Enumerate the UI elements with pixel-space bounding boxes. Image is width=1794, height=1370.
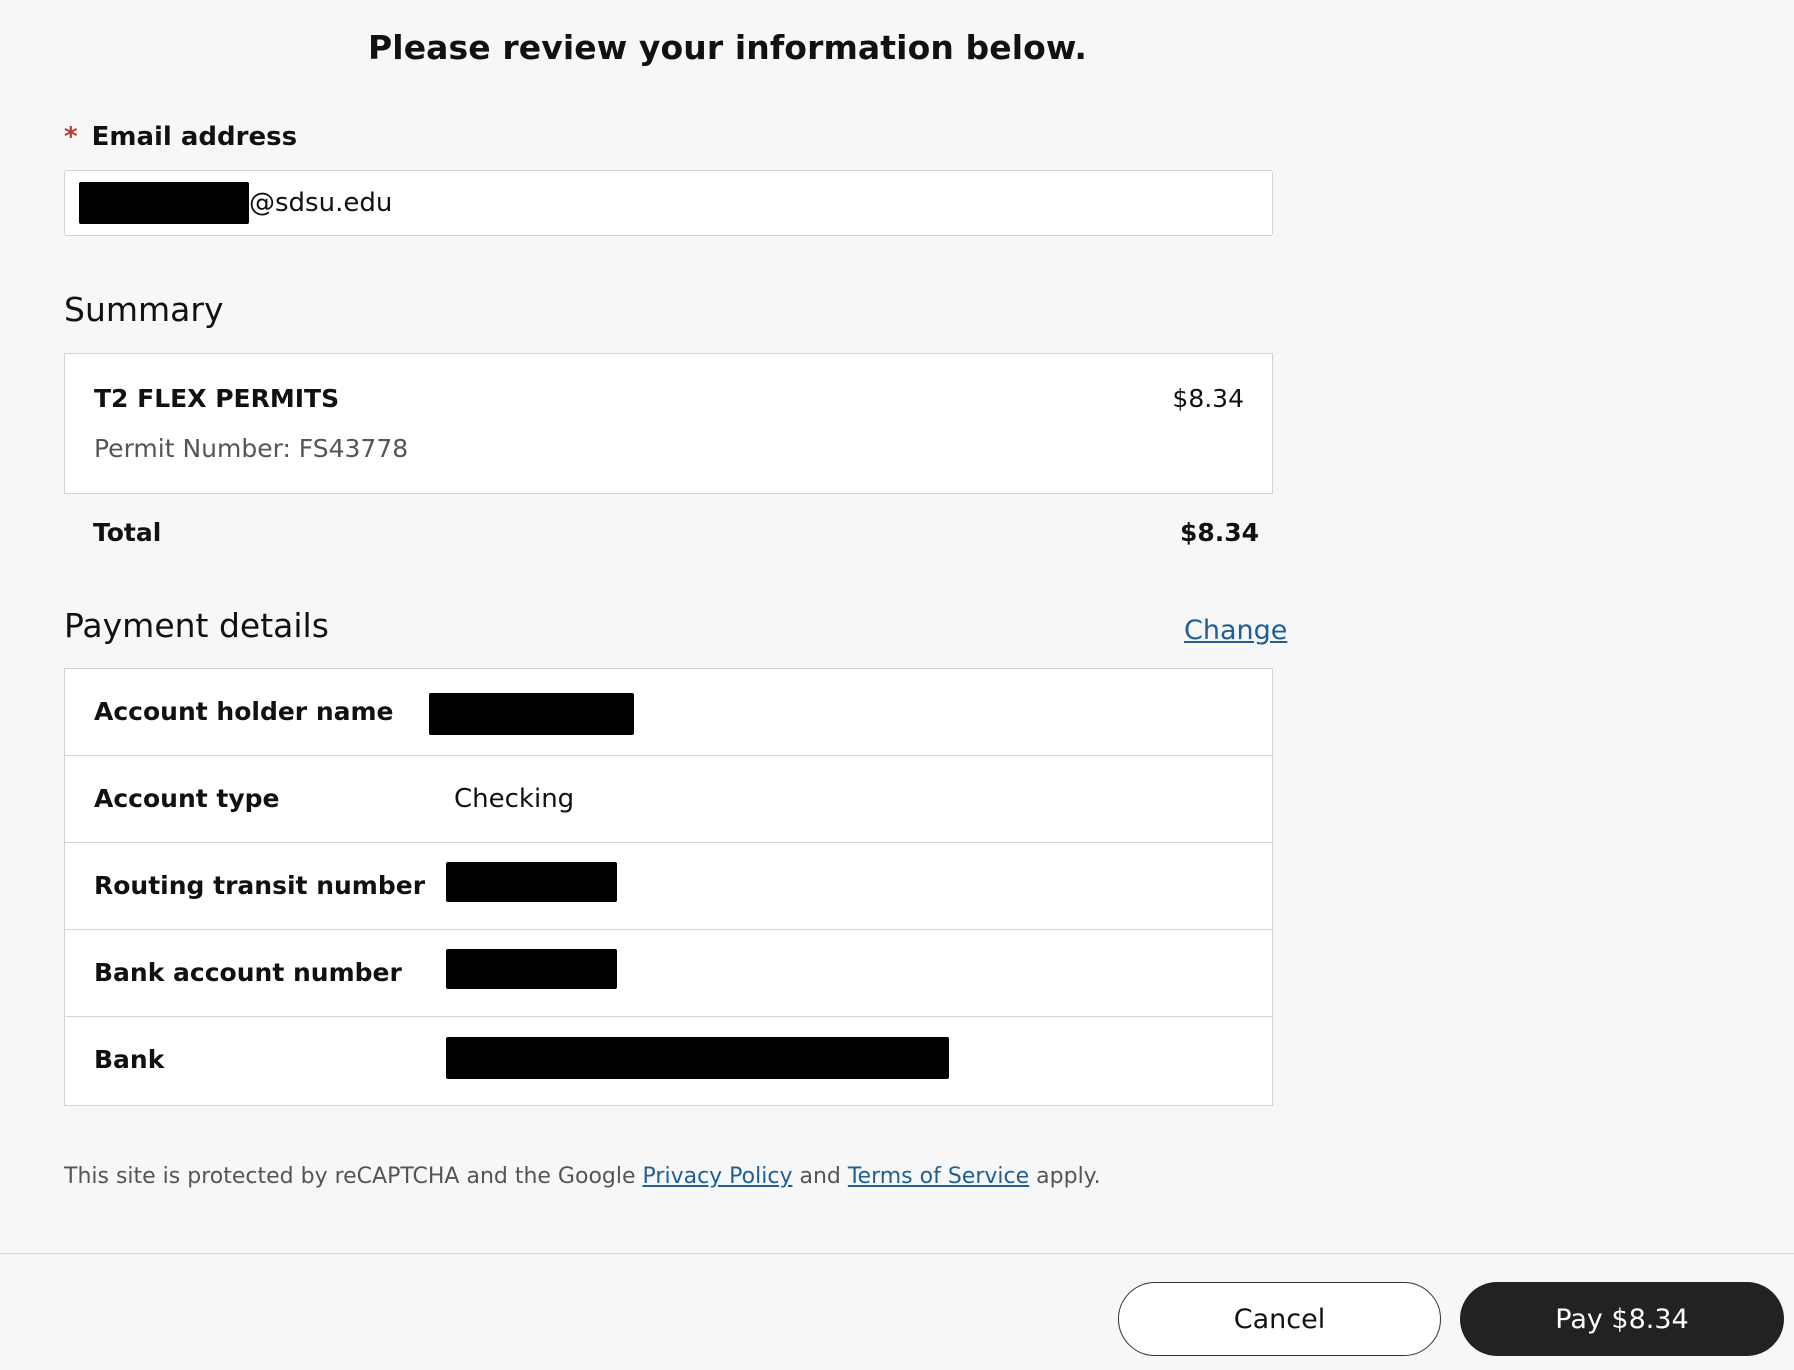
recaptcha-notice: This site is protected by reCAPTCHA and …: [64, 1164, 1101, 1189]
permit-number: Permit Number: FS43778: [94, 434, 409, 463]
email-label: * Email address: [64, 122, 297, 152]
required-asterisk: *: [64, 122, 78, 152]
payment-row-account-holder: Account holder name: [65, 669, 1272, 756]
summary-item: T2 FLEX PERMITS $8.34 Permit Number: FS4…: [64, 353, 1273, 494]
email-domain: @sdsu.edu: [249, 188, 393, 218]
payment-row-account-type: Account type Checking: [65, 756, 1272, 843]
email-label-text: Email address: [91, 122, 298, 152]
payment-row-label: Routing transit number: [94, 871, 426, 900]
payment-details-table: Account holder name Account type Checkin…: [64, 668, 1273, 1106]
total-label: Total: [93, 518, 162, 547]
total-value: $8.34: [1180, 518, 1260, 547]
payment-row-routing: Routing transit number: [65, 843, 1272, 930]
payment-row-label: Bank: [94, 1045, 165, 1074]
page-title: Please review your information below.: [368, 28, 1088, 67]
item-price: $8.34: [1172, 384, 1244, 413]
recaptcha-prefix: This site is protected by reCAPTCHA and …: [64, 1164, 636, 1189]
redacted-email-user: [79, 182, 249, 224]
checkout-review-page: Please review your information below. * E…: [0, 0, 1794, 1370]
terms-of-service-link[interactable]: Terms of Service: [848, 1164, 1029, 1189]
footer-divider: [0, 1253, 1794, 1254]
redacted-bank-name: [446, 1037, 949, 1079]
payment-row-bank: Bank: [65, 1017, 1272, 1105]
cancel-button[interactable]: Cancel: [1118, 1282, 1441, 1356]
item-name: T2 FLEX PERMITS: [94, 384, 340, 413]
summary-title: Summary: [64, 290, 224, 329]
payment-row-bank-account: Bank account number: [65, 930, 1272, 1017]
privacy-policy-link[interactable]: Privacy Policy: [643, 1164, 793, 1189]
payment-row-label: Account holder name: [94, 697, 394, 726]
payment-details-title: Payment details: [64, 606, 329, 645]
recaptcha-suffix: apply.: [1036, 1164, 1101, 1189]
payment-row-label: Bank account number: [94, 958, 402, 987]
redacted-account-holder: [429, 693, 634, 735]
email-field[interactable]: @sdsu.edu: [64, 170, 1273, 236]
change-payment-link[interactable]: Change: [1184, 615, 1287, 646]
redacted-bank-account-number: [446, 949, 617, 989]
payment-row-label: Account type: [94, 784, 280, 813]
account-type-value: Checking: [454, 784, 575, 814]
redacted-routing-number: [446, 862, 617, 902]
recaptcha-and: and: [799, 1164, 841, 1189]
pay-button[interactable]: Pay $8.34: [1460, 1282, 1784, 1356]
